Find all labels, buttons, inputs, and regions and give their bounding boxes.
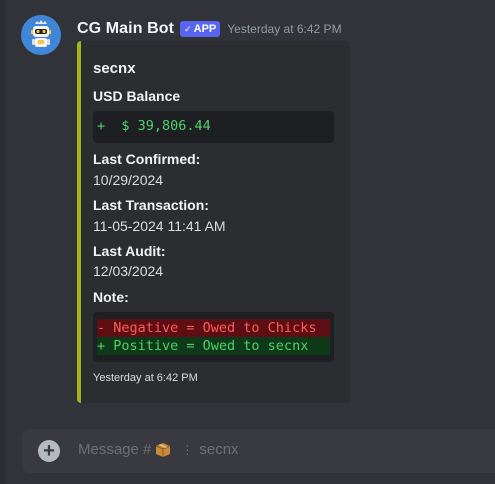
field-note-name: Note: xyxy=(93,289,129,305)
embed-footer: Yesterday at 6:42 PM xyxy=(93,372,198,384)
field-last-audit-name: Last Audit: xyxy=(93,243,166,259)
composer-channel-name: secnx xyxy=(199,441,239,458)
robot-icon xyxy=(21,15,61,55)
message-header: CG Main Bot ✓ APP Yesterday at 6:42 PM xyxy=(77,19,342,39)
note-codeblock: - Negative = Owed to Chicks + Positive =… xyxy=(93,312,334,362)
app-badge: ✓ APP xyxy=(180,21,221,37)
plus-icon: + xyxy=(43,440,55,462)
usd-balance-codeblock: + $ 39,806.44 xyxy=(93,111,334,143)
app-badge-label: APP xyxy=(193,23,217,35)
field-usd-balance-name: USD Balance xyxy=(93,88,181,104)
field-last-transaction-value: 11-05-2024 11:41 AM xyxy=(93,218,226,234)
field-last-audit-value: 12/03/2024 xyxy=(93,263,164,279)
embed-title: secnx xyxy=(93,60,136,77)
bot-avatar[interactable] xyxy=(21,15,61,55)
message-composer[interactable]: + Message # ⋮ secnx xyxy=(22,429,495,473)
message-timestamp[interactable]: Yesterday at 6:42 PM xyxy=(227,22,341,36)
verified-check-icon: ✓ xyxy=(184,24,192,34)
note-line-negative: - Negative = Owed to Chicks xyxy=(97,319,330,337)
chat-message: CG Main Bot ✓ APP Yesterday at 6:42 PM s… xyxy=(0,0,495,420)
username[interactable]: CG Main Bot xyxy=(77,20,174,38)
message-input[interactable]: Message # ⋮ secnx xyxy=(78,441,239,458)
package-icon xyxy=(156,442,171,457)
field-last-confirmed-value: 10/29/2024 xyxy=(93,172,164,188)
usd-balance-value: + $ 39,806.44 xyxy=(97,118,211,134)
composer-placeholder: Message # xyxy=(78,441,152,458)
channel-separator: ⋮ xyxy=(181,442,194,457)
embed-card: secnx USD Balance + $ 39,806.44 Last Con… xyxy=(77,41,350,403)
field-last-transaction-name: Last Transaction: xyxy=(93,197,209,213)
field-last-confirmed-name: Last Confirmed: xyxy=(93,151,201,167)
note-line-positive: + Positive = Owed to secnx xyxy=(97,337,330,355)
attach-plus-button[interactable]: + xyxy=(38,440,60,462)
